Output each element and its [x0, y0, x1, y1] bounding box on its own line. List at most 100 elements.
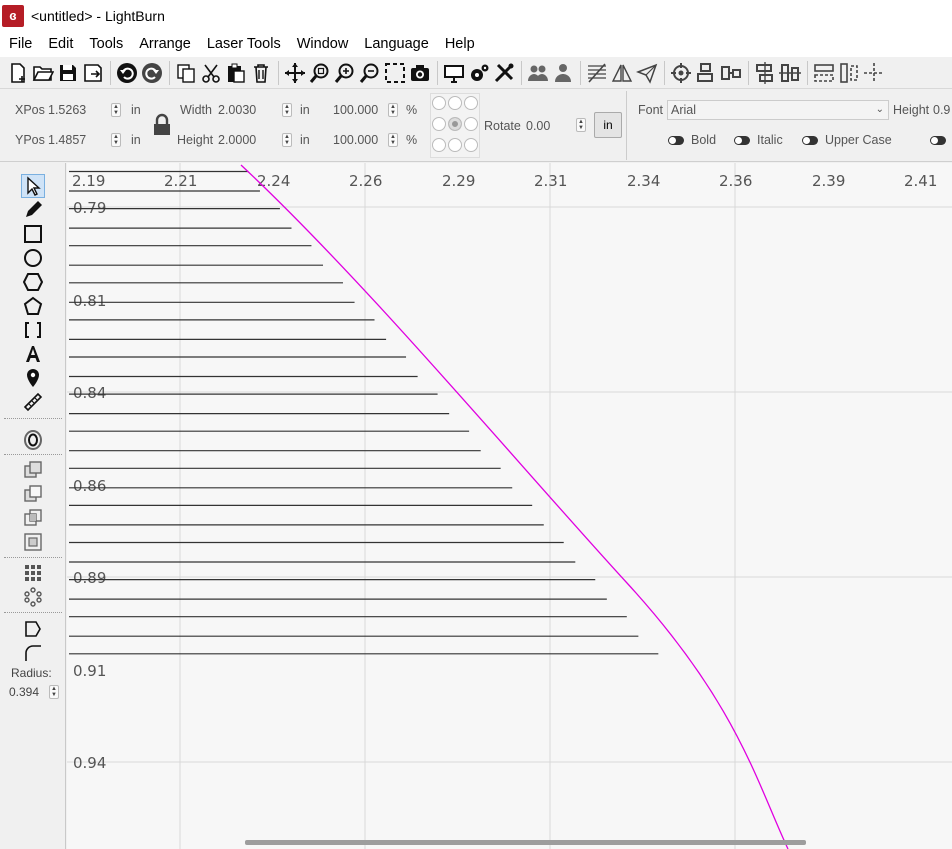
target-icon[interactable]: [669, 61, 693, 85]
zoom-in-icon[interactable]: [333, 61, 357, 85]
tools-icon[interactable]: [492, 61, 516, 85]
align-h-icon[interactable]: [753, 61, 777, 85]
text-height-input[interactable]: 0.9: [933, 103, 950, 117]
pentagon-icon[interactable]: [21, 294, 45, 318]
inner-icon[interactable]: [21, 530, 45, 554]
circular-array-icon[interactable]: [21, 585, 45, 609]
align-center-icon[interactable]: [719, 61, 743, 85]
menu-help[interactable]: Help: [437, 36, 483, 52]
lock-ratio-icon[interactable]: [153, 113, 171, 137]
width-input[interactable]: 2.0030: [218, 103, 256, 117]
corner-icon[interactable]: [21, 641, 45, 665]
radius-input[interactable]: 0.394: [9, 685, 39, 699]
intersect-icon[interactable]: [21, 506, 45, 530]
xpos-stepper[interactable]: ▲ ▼: [111, 103, 121, 117]
rotate-stepper[interactable]: ▲ ▼: [576, 118, 586, 132]
anchor-bottom-right[interactable]: [464, 138, 478, 152]
mirror-v-icon[interactable]: [610, 61, 634, 85]
xpos-input[interactable]: 1.5263: [48, 103, 86, 117]
measure-icon[interactable]: [21, 390, 45, 414]
ellipse-icon[interactable]: [21, 246, 45, 270]
node-edit-icon[interactable]: [21, 617, 45, 641]
ypos-input[interactable]: 1.4857: [48, 133, 86, 147]
group-icon[interactable]: [526, 61, 550, 85]
menu-window[interactable]: Window: [289, 36, 357, 52]
height-percent-stepper[interactable]: ▲ ▼: [388, 133, 398, 147]
save-as-icon[interactable]: [81, 61, 105, 85]
menu-file[interactable]: File: [0, 36, 40, 52]
unit-toggle-button[interactable]: in: [594, 112, 622, 138]
offset-icon[interactable]: [21, 428, 45, 452]
new-file-icon[interactable]: [6, 61, 30, 85]
paste-icon[interactable]: [224, 61, 248, 85]
anchor-bottom-center[interactable]: [448, 138, 462, 152]
grid-array-icon[interactable]: [21, 561, 45, 585]
anchor-center[interactable]: [448, 117, 462, 131]
menu-laser-tools[interactable]: Laser Tools: [199, 36, 289, 52]
height-label: Height: [177, 133, 214, 147]
mirror-h-icon[interactable]: [585, 61, 609, 85]
menu-edit[interactable]: Edit: [40, 36, 81, 52]
nudge-icon[interactable]: [862, 61, 886, 85]
camera-icon[interactable]: [408, 61, 432, 85]
extra-toggle[interactable]: [930, 136, 946, 145]
height-input[interactable]: 2.0000: [218, 133, 256, 147]
zoom-icon[interactable]: [308, 61, 332, 85]
ungroup-icon[interactable]: [551, 61, 575, 85]
align-top-icon[interactable]: [694, 61, 718, 85]
redo-icon[interactable]: [140, 61, 164, 85]
copy-icon[interactable]: [174, 61, 198, 85]
anchor-bottom-left[interactable]: [432, 138, 446, 152]
anchor-middle-right[interactable]: [464, 117, 478, 131]
rotate-label: Rotate: [484, 119, 521, 133]
settings-icon[interactable]: [467, 61, 491, 85]
italic-toggle[interactable]: [734, 136, 750, 145]
anchor-top-left[interactable]: [432, 96, 446, 110]
horizontal-scrollbar[interactable]: [245, 840, 806, 845]
paper-plane-icon[interactable]: [635, 61, 659, 85]
height-stepper[interactable]: ▲ ▼: [282, 133, 292, 147]
distribute-v-icon[interactable]: [837, 61, 861, 85]
ypos-stepper[interactable]: ▲ ▼: [111, 133, 121, 147]
distribute-h-icon[interactable]: [812, 61, 836, 85]
menu-arrange[interactable]: Arrange: [131, 36, 199, 52]
radius-stepper[interactable]: ▲ ▼: [49, 685, 59, 699]
y-ruler-label: 0.94: [73, 754, 106, 772]
menu-language[interactable]: Language: [356, 36, 437, 52]
anchor-middle-left[interactable]: [432, 117, 446, 131]
properties-panel: XPos 1.5263 ▲ ▼ in YPos 1.4857 ▲ ▼ in Widt…: [0, 89, 952, 162]
polygon-icon[interactable]: [21, 270, 45, 294]
rotate-input[interactable]: 0.00: [526, 119, 550, 133]
monitor-icon[interactable]: [442, 61, 466, 85]
menu-tools[interactable]: Tools: [81, 36, 131, 52]
undo-icon[interactable]: [115, 61, 139, 85]
text-icon[interactable]: [21, 342, 45, 366]
frame-selection-icon[interactable]: [383, 61, 407, 85]
canvas-drawing: 2.19 2.21 2.24 2.26 2.29 2.31 2.34 2.36 2.39 2.41…: [67, 163, 952, 849]
subtract-icon[interactable]: [21, 482, 45, 506]
zoom-out-icon[interactable]: [358, 61, 382, 85]
uppercase-toggle[interactable]: [802, 136, 818, 145]
save-icon[interactable]: [56, 61, 80, 85]
width-percent-stepper[interactable]: ▲ ▼: [388, 103, 398, 117]
width-percent-input[interactable]: 100.000: [333, 103, 378, 117]
bracket-icon[interactable]: [21, 318, 45, 342]
bold-toggle[interactable]: [668, 136, 684, 145]
delete-icon[interactable]: [249, 61, 273, 85]
width-stepper[interactable]: ▲ ▼: [282, 103, 292, 117]
pencil-icon[interactable]: [21, 198, 45, 222]
anchor-top-right[interactable]: [464, 96, 478, 110]
font-select[interactable]: Arial ⌄: [667, 100, 889, 120]
cut-icon[interactable]: [199, 61, 223, 85]
align-v-icon[interactable]: [778, 61, 802, 85]
move-icon[interactable]: [283, 61, 307, 85]
design-canvas[interactable]: 2.19 2.21 2.24 2.26 2.29 2.31 2.34 2.36 2.39 2.41…: [67, 163, 952, 849]
position-icon[interactable]: [21, 366, 45, 390]
anchor-top-center[interactable]: [448, 96, 462, 110]
rectangle-icon[interactable]: [21, 222, 45, 246]
height-percent-input[interactable]: 100.000: [333, 133, 378, 147]
open-file-icon[interactable]: [31, 61, 55, 85]
font-select-value: Arial: [671, 103, 697, 117]
select-icon[interactable]: [21, 174, 45, 198]
weld-icon[interactable]: [21, 458, 45, 482]
